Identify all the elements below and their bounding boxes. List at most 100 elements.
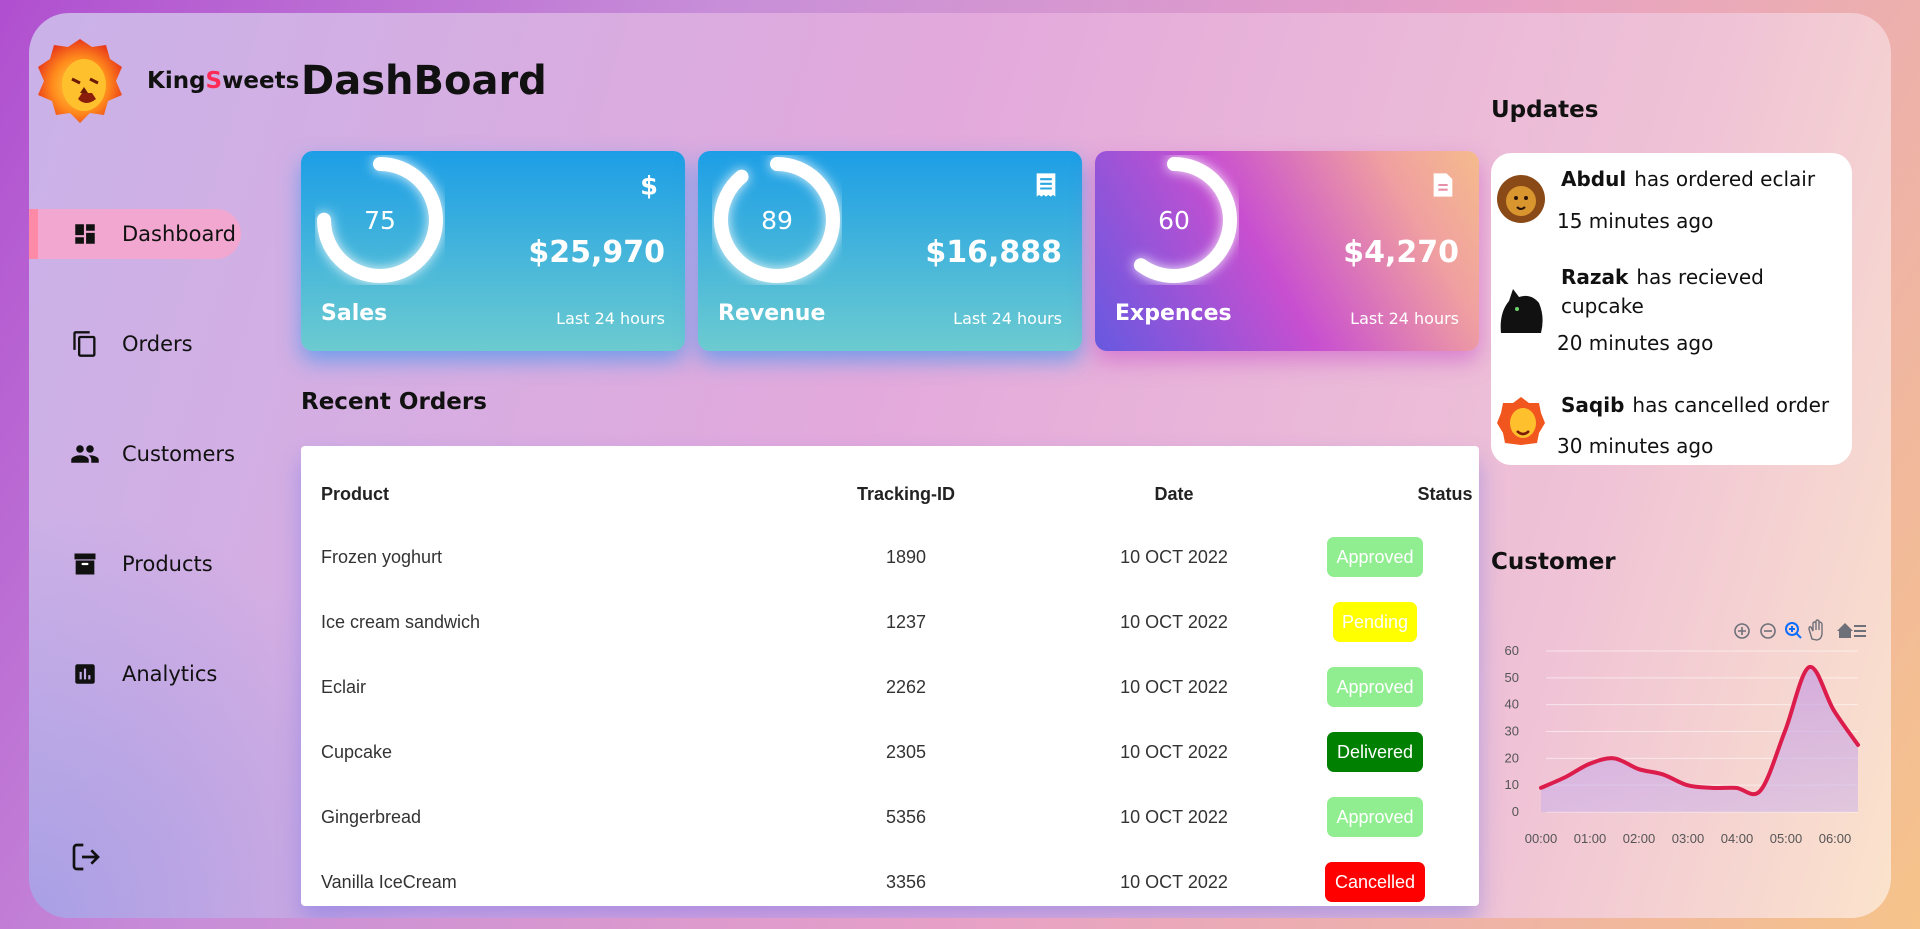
column-header-product[interactable]: Product [321,484,389,505]
status-badge: Approved [1327,667,1423,707]
update-time: 30 minutes ago [1557,434,1714,458]
sidebar-item-label: Orders [122,332,193,356]
customer-title: Customer [1491,549,1616,575]
x-tick-label: 01:00 [1574,831,1607,846]
product-cell: Gingerbread [321,807,422,827]
tracking-cell: 1237 [885,612,927,632]
date-cell: 10 OCT 2022 [1120,677,1228,697]
expenses-percent: 60 [1158,205,1190,235]
sidebar-item-products[interactable]: Products [29,539,241,589]
avatar [1497,175,1545,223]
tracking-cell: 1890 [885,547,927,567]
y-tick-label: 40 [1505,697,1519,712]
x-tick-label: 00:00 [1525,831,1558,846]
archive-icon [68,547,102,581]
menu-icon[interactable] [1854,625,1866,637]
zoom-out-icon[interactable] [1760,623,1776,639]
sidebar-item-dashboard[interactable]: Dashboard [29,209,241,259]
sidebar-item-label: Analytics [122,662,218,686]
lion-logo [38,39,122,123]
table-row[interactable]: Cupcake 2305 10 OCT 2022 Delivered [301,726,1479,778]
page-title: DashBoard [301,58,547,104]
home-reset-icon[interactable] [1837,623,1853,638]
revenue-period: Last 24 hours [953,309,1062,328]
y-tick-label: 20 [1505,750,1519,765]
sidebar-item-label: Customers [122,442,235,466]
expenses-amount: $4,270 [1343,235,1459,270]
y-tick-label: 10 [1505,777,1519,792]
date-cell: 10 OCT 2022 [1120,807,1228,827]
column-header-tracking[interactable]: Tracking-ID [806,484,1006,505]
y-tick-label: 30 [1505,724,1519,739]
bar-chart-icon [68,657,102,691]
status-badge: Approved [1327,537,1423,577]
sidebar-item-customers[interactable]: Customers [29,429,241,479]
y-tick-label: 50 [1505,670,1519,685]
update-text: Razak has recieved cupcake [1561,265,1764,318]
people-icon [68,437,102,471]
dashboard-icon [68,217,102,251]
date-cell: 10 OCT 2022 [1120,742,1228,762]
dollar-icon: $ [640,171,658,199]
avatar [1500,289,1543,333]
status-badge: Delivered [1327,732,1423,772]
y-tick-label: 0 [1512,804,1519,819]
product-cell: Ice cream sandwich [321,612,481,632]
update-time: 15 minutes ago [1557,209,1714,233]
date-cell: 10 OCT 2022 [1120,547,1228,567]
sidebar-item-orders[interactable]: Orders [29,319,241,369]
pan-hand-icon[interactable] [1808,619,1823,641]
sidebar-item-label: Products [122,552,213,576]
update-text: Abdul has ordered eclair [1561,167,1816,191]
table-row[interactable]: Ice cream sandwich 1237 10 OCT 2022 Pend… [301,596,1479,648]
revenue-card[interactable]: 89 $16,888 Revenue Last 24 hours [698,151,1082,351]
expenses-card[interactable]: 60 $4,270 Expences Last 24 hours [1095,151,1479,351]
avatar [1497,397,1545,445]
table-row[interactable]: Eclair 2262 10 OCT 2022 Approved [301,661,1479,713]
status-badge: Cancelled [1325,862,1425,902]
product-cell: Frozen yoghurt [321,547,443,567]
update-time: 20 minutes ago [1557,331,1714,355]
table-row[interactable]: Frozen yoghurt 1890 10 OCT 2022 Approved [301,531,1479,583]
recent-orders-title: Recent Orders [301,389,487,415]
orders-table: Product Tracking-ID Date Status Frozen y… [301,446,1479,906]
update-text: Saqib has cancelled order [1561,393,1830,417]
tracking-cell: 3356 [885,872,927,892]
table-row[interactable]: Gingerbread 5356 10 OCT 2022 Approved [301,791,1479,843]
product-cell: Vanilla IceCream [321,872,457,892]
date-cell: 10 OCT 2022 [1120,612,1228,632]
column-header-status[interactable]: Status [1345,484,1545,505]
x-tick-label: 03:00 [1672,831,1705,846]
document-icon [1433,173,1453,197]
product-cell: Eclair [321,677,367,697]
revenue-percent: 89 [761,205,793,235]
revenue-label: Revenue [718,301,826,326]
tracking-cell: 2262 [885,677,927,697]
svg-text:$: $ [640,171,658,199]
table-row[interactable]: Vanilla IceCream 3356 10 OCT 2022 Cancel… [301,856,1479,908]
x-tick-label: 06:00 [1819,831,1852,846]
sidebar-item-analytics[interactable]: Analytics [29,649,241,699]
app-window: KingSweets Dashboard Orders Customers Pr… [29,13,1891,918]
expenses-period: Last 24 hours [1350,309,1459,328]
status-badge: Approved [1327,797,1423,837]
column-header-date[interactable]: Date [1074,484,1274,505]
x-tick-label: 02:00 [1623,831,1656,846]
customer-chart: 0 10 20 30 40 50 60 00:00 01:00 02:00 03:00 04:00 0… [1505,619,1866,846]
zoom-selection-icon[interactable] [1785,622,1802,639]
date-cell: 10 OCT 2022 [1120,872,1228,892]
receipt-icon [1036,173,1056,197]
brand-name: KingSweets [147,68,300,94]
sales-amount: $25,970 [528,235,665,270]
x-tick-label: 04:00 [1721,831,1754,846]
zoom-in-icon[interactable] [1734,623,1750,639]
x-tick-label: 05:00 [1770,831,1803,846]
sales-label: Sales [321,301,388,326]
updates-panel: Abdul has ordered eclair 15 minutes ago R… [1491,153,1852,465]
sidebar-item-label: Dashboard [122,222,236,246]
sales-card[interactable]: 75 $ $25,970 Sales Last 24 hours [301,151,685,351]
series-area [1541,666,1858,812]
updates-title: Updates [1491,97,1599,123]
sign-out-icon[interactable] [70,841,102,873]
sales-period: Last 24 hours [556,309,665,328]
